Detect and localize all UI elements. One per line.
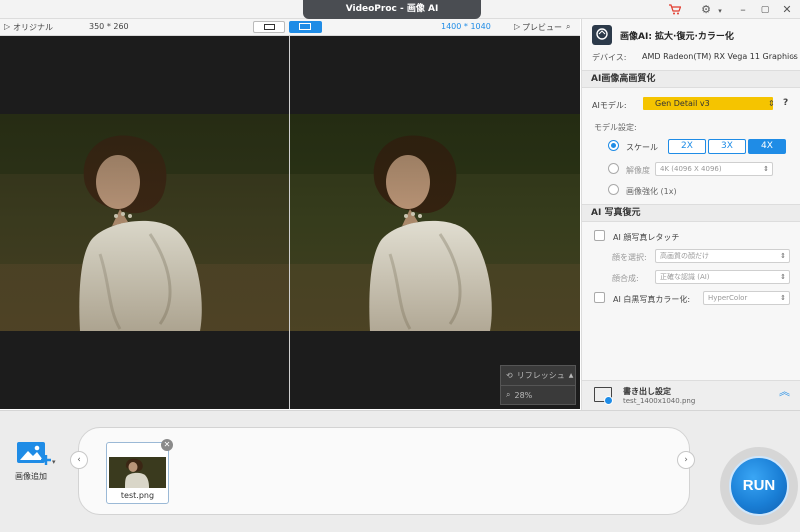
- add-image-label: 画像追加: [15, 472, 47, 481]
- zoom-icon: ⌕: [506, 390, 511, 399]
- export-settings-icon: [594, 387, 613, 405]
- thumbnail-card[interactable]: test.png: [106, 442, 169, 504]
- add-image-button[interactable]: [16, 439, 52, 467]
- model-dropdown-icon[interactable]: ⇕: [768, 99, 775, 108]
- refresh-icon: ⟲: [506, 371, 513, 380]
- original-label: オリジナル: [13, 23, 53, 32]
- face-merge-dropdown-icon: ⇕: [780, 273, 786, 281]
- scale-4x-button[interactable]: 4X: [748, 139, 786, 154]
- colorize-dropdown-icon: ⇕: [780, 294, 786, 302]
- export-gear-icon: [604, 396, 613, 405]
- face-merge-select[interactable]: 正確な認識 (AI) ⇕: [655, 270, 790, 284]
- face-merge-value: 正確な認識 (AI): [660, 273, 710, 281]
- ai-logo-icon: [592, 25, 612, 45]
- section-enhance: AI画像高画質化: [582, 70, 800, 88]
- help-icon[interactable]: ?: [783, 98, 788, 108]
- face-retouch-checkbox[interactable]: [594, 230, 605, 241]
- device-dropdown-icon[interactable]: ⌄: [790, 51, 797, 60]
- gear-icon[interactable]: ⚙: [699, 3, 713, 16]
- device-value[interactable]: AMD Radeon(TM) RX Vega 11 Graphics: [642, 52, 798, 61]
- run-button[interactable]: RUN: [729, 456, 789, 516]
- model-label: AIモデル:: [592, 101, 627, 110]
- chevron-right-icon: ›: [684, 455, 688, 465]
- face-select-value: 高画質の顔だけ: [660, 252, 709, 260]
- minimize-icon[interactable]: –: [736, 3, 750, 16]
- prev-button[interactable]: ‹: [70, 451, 88, 469]
- model-settings-label: モデル設定:: [594, 123, 637, 132]
- resolution-select[interactable]: 4K (4096 X 4096) ⇕: [655, 162, 773, 176]
- original-size: 350 * 260: [89, 22, 129, 31]
- device-label: デバイス:: [592, 53, 627, 62]
- search-icon[interactable]: ⌕: [566, 22, 570, 32]
- viewer-toolbar: ▷ オリジナル 350 * 260 1400 * 1040 ▷ プレビュー ⌕: [0, 19, 580, 36]
- face-merge-label: 顔合成:: [612, 274, 639, 283]
- maximize-icon[interactable]: ▢: [758, 3, 772, 16]
- single-view-button[interactable]: [253, 21, 285, 33]
- colorize-checkbox[interactable]: [594, 292, 605, 303]
- play-icon: ▷: [4, 22, 11, 31]
- resolution-value: 4K (4096 X 4096): [660, 165, 722, 173]
- scale-3x-button[interactable]: 3X: [708, 139, 746, 154]
- add-image-dropdown-icon[interactable]: ▾: [52, 458, 56, 466]
- export-expand-icon[interactable]: ︽: [779, 386, 790, 397]
- remove-thumbnail-icon[interactable]: ✕: [161, 439, 173, 451]
- enhance-label: 画像強化 (1x): [626, 187, 677, 196]
- face-retouch-label: AI 顔写真レタッチ: [613, 233, 680, 242]
- colorize-label: AI 白黒写真カラー化:: [613, 295, 691, 304]
- chevron-down-icon[interactable]: ▾: [713, 4, 727, 17]
- play-icon-2: ▷: [514, 22, 521, 31]
- section-photo: AI 写真復元: [582, 204, 800, 222]
- scale-2x-button[interactable]: 2X: [668, 139, 706, 154]
- preview-controls: ⟲ リフレッシュ ▲ ⌕ 28%: [500, 365, 576, 405]
- preview-label: プレビュー: [522, 23, 562, 32]
- settings-panel: 画像AI: 拡大·復元·カラー化 デバイス: AMD Radeon(TM) RX…: [581, 19, 800, 410]
- app-title: VideoProc - 画像 AI: [303, 0, 481, 19]
- original-image: [0, 114, 289, 331]
- chevron-left-icon: ‹: [77, 455, 81, 465]
- title-bar: VideoProc - 画像 AI ⚙ ▾ – ▢ ✕: [0, 0, 800, 19]
- resolution-dropdown-icon: ⇕: [763, 165, 769, 173]
- original-pane: [0, 36, 289, 409]
- single-view-icon: [264, 24, 275, 30]
- add-image-icon: [17, 442, 51, 465]
- resolution-label: 解像度: [626, 166, 650, 175]
- export-filename: test_1400x1040.png: [623, 397, 696, 405]
- panel-title: 画像AI: 拡大·復元·カラー化: [620, 32, 734, 42]
- resolution-radio[interactable]: [608, 163, 619, 174]
- scale-label: スケール: [626, 143, 658, 152]
- preview-image: [290, 114, 580, 331]
- zoom-value: 28%: [514, 390, 533, 400]
- zoom-control[interactable]: ⌕ 28%: [501, 385, 575, 404]
- split-view-icon: [299, 23, 311, 30]
- close-icon[interactable]: ✕: [780, 3, 794, 16]
- face-select-dropdown-icon: ⇕: [780, 252, 786, 260]
- split-view-button[interactable]: [289, 21, 322, 33]
- face-select[interactable]: 高画質の顔だけ ⇕: [655, 249, 790, 263]
- scale-radio[interactable]: [608, 140, 619, 151]
- colorize-value: HyperColor: [708, 294, 748, 302]
- chevron-up-icon: ▲: [568, 372, 574, 379]
- thumbnail-name: test.png: [120, 491, 155, 500]
- cart-icon[interactable]: [668, 3, 682, 16]
- refresh-label: リフレッシュ: [516, 371, 565, 380]
- export-title: 書き出し設定: [623, 387, 671, 396]
- next-button[interactable]: ›: [677, 451, 695, 469]
- preview-pane: [290, 36, 580, 409]
- refresh-button[interactable]: ⟲ リフレッシュ ▲: [501, 366, 575, 385]
- colorize-select[interactable]: HyperColor ⇕: [703, 291, 790, 305]
- model-select[interactable]: Gen Detail v3: [643, 97, 773, 110]
- enhance-radio[interactable]: [608, 184, 619, 195]
- face-select-label: 顔を選択:: [612, 253, 647, 262]
- export-settings-bar[interactable]: 書き出し設定 test_1400x1040.png ︽: [582, 380, 800, 410]
- thumbnail-image: [109, 457, 166, 488]
- output-size: 1400 * 1040: [441, 22, 491, 31]
